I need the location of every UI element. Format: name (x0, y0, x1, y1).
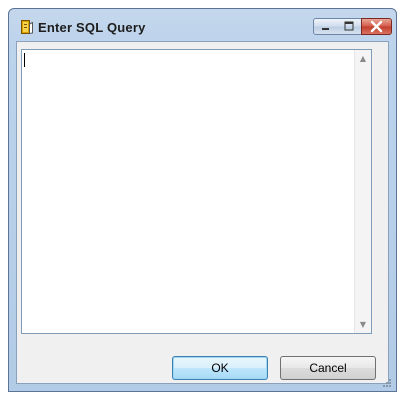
close-button[interactable] (361, 18, 392, 35)
title-bar[interactable]: Enter SQL Query (9, 9, 396, 41)
cancel-button[interactable]: Cancel (280, 356, 376, 380)
maximize-button[interactable] (337, 18, 362, 35)
ok-button[interactable]: OK (172, 356, 268, 380)
scroll-down-arrow-icon[interactable]: ▼ (355, 316, 371, 333)
vertical-scrollbar[interactable]: ▲ ▼ (354, 50, 371, 333)
window-title: Enter SQL Query (38, 20, 146, 35)
scroll-up-arrow-icon[interactable]: ▲ (355, 50, 371, 67)
maximize-icon (344, 21, 354, 31)
sql-book-icon (21, 20, 33, 34)
minimize-button[interactable] (313, 18, 338, 35)
text-caret (24, 53, 25, 67)
sql-query-textarea[interactable]: ▲ ▼ (21, 49, 372, 334)
close-icon (370, 20, 383, 33)
minimize-icon (322, 28, 329, 30)
resize-grip-icon[interactable] (382, 378, 392, 388)
